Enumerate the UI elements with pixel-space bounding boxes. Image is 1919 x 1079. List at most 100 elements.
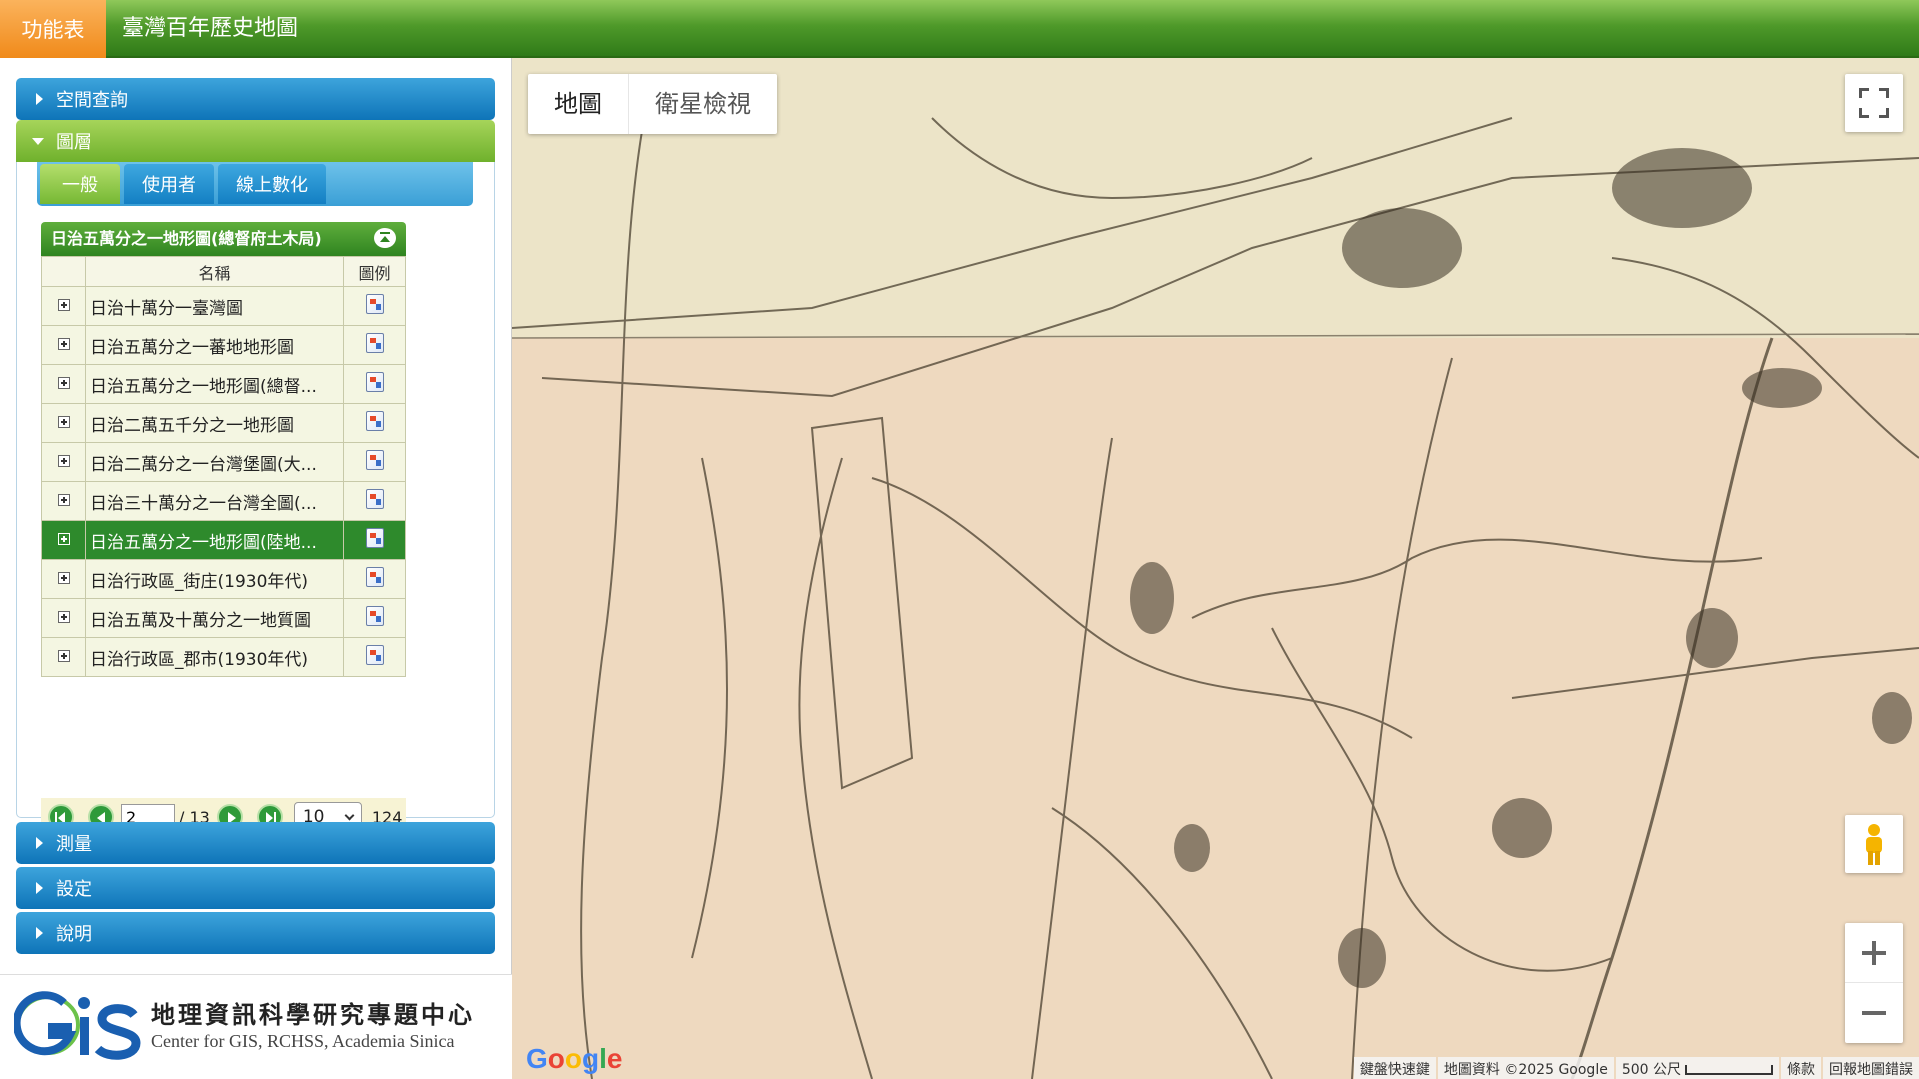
menu-button[interactable]: 功能表	[0, 0, 106, 58]
expand-plus-icon[interactable]	[57, 572, 70, 584]
legend-icon[interactable]	[365, 449, 384, 470]
layer-name[interactable]: 日治三十萬分之一台灣全圖(...	[85, 481, 344, 521]
accordion-measure[interactable]: 測量	[16, 822, 495, 864]
legend-cell	[343, 442, 406, 482]
caret-down-icon	[32, 138, 44, 145]
layer-name[interactable]: 日治二萬五千分之一地形圖	[85, 403, 344, 443]
expand-plus-icon[interactable]	[57, 494, 70, 506]
layer-row[interactable]: 日治行政區_街庄(1930年代)	[41, 559, 406, 599]
scale-indicator[interactable]: 500 公尺	[1615, 1057, 1779, 1079]
expand-cell	[41, 637, 86, 677]
table-header-row: 名稱 圖例	[41, 256, 406, 287]
legend-icon[interactable]	[365, 527, 384, 548]
layer-group-title: 日治五萬分之一地形圖(總督府土木局)	[51, 229, 322, 248]
report-map-error-link[interactable]: 回報地圖錯誤	[1823, 1057, 1919, 1079]
expand-plus-icon[interactable]	[57, 416, 70, 428]
layers-table: 名稱 圖例 日治十萬分一臺灣圖 日治五萬分之一蕃地地形圖 日治五萬分之一地形圖(總督…	[41, 256, 406, 677]
column-header-name: 名稱	[85, 256, 344, 287]
legend-cell	[343, 364, 406, 404]
layer-name[interactable]: 日治十萬分一臺灣圖	[85, 286, 344, 326]
legend-cell	[343, 520, 406, 560]
scale-label: 500 公尺	[1621, 1062, 1681, 1078]
caret-right-icon	[36, 93, 43, 105]
map-type-satellite-button[interactable]: 衛星檢視	[628, 74, 777, 134]
legend-icon[interactable]	[365, 566, 384, 587]
legend-icon[interactable]	[365, 644, 384, 665]
layer-row[interactable]: 日治十萬分一臺灣圖	[41, 286, 406, 326]
layer-row[interactable]: 日治二萬五千分之一地形圖	[41, 403, 406, 443]
legend-icon[interactable]	[365, 605, 384, 626]
top-bar: 功能表 臺灣百年歷史地圖	[0, 0, 1919, 58]
expand-plus-icon[interactable]	[57, 338, 70, 350]
legend-icon[interactable]	[365, 488, 384, 509]
map-type-control: 地圖 衛星檢視	[528, 74, 777, 134]
legend-icon[interactable]	[365, 371, 384, 392]
layer-row[interactable]: 日治五萬分之一地形圖(陸地...	[41, 520, 406, 560]
layer-row[interactable]: 日治三十萬分之一台灣全圖(...	[41, 481, 406, 521]
layer-row[interactable]: 日治二萬分之一台灣堡圖(大...	[41, 442, 406, 482]
layer-row[interactable]: 日治五萬分之一地形圖(總督...	[41, 364, 406, 404]
terms-link[interactable]: 條款	[1781, 1057, 1821, 1079]
zoom-out-icon[interactable]	[1845, 983, 1903, 1043]
expand-plus-icon[interactable]	[57, 299, 70, 311]
column-header-legend: 圖例	[343, 256, 406, 287]
expand-cell	[41, 520, 86, 560]
layer-row[interactable]: 日治行政區_郡市(1930年代)	[41, 637, 406, 677]
accordion-label: 空間查詢	[56, 90, 128, 111]
street-view-pegman-icon[interactable]	[1845, 815, 1903, 873]
accordion-help[interactable]: 說明	[16, 912, 495, 954]
accordion-label: 設定	[56, 879, 92, 900]
logo-title-chinese: 地理資訊科學研究專題中心	[151, 1000, 475, 1029]
legend-cell	[343, 481, 406, 521]
map-type-map-button[interactable]: 地圖	[528, 74, 628, 134]
legend-icon[interactable]	[365, 293, 384, 314]
chevron-down-icon	[344, 810, 355, 820]
caret-right-icon	[36, 927, 43, 939]
expand-cell	[41, 598, 86, 638]
legend-cell	[343, 559, 406, 599]
expand-plus-icon[interactable]	[57, 611, 70, 623]
layer-name[interactable]: 日治五萬及十萬分之一地質圖	[85, 598, 344, 638]
expand-cell	[41, 481, 86, 521]
gis-logo-icon	[14, 991, 141, 1060]
legend-cell	[343, 637, 406, 677]
layer-row[interactable]: 日治五萬及十萬分之一地質圖	[41, 598, 406, 638]
layer-group-header: 日治五萬分之一地形圖(總督府土木局)	[41, 222, 406, 256]
expand-plus-icon[interactable]	[57, 533, 70, 545]
layer-name[interactable]: 日治行政區_街庄(1930年代)	[85, 559, 344, 599]
expand-cell	[41, 364, 86, 404]
accordion-layers[interactable]: 圖層	[16, 120, 495, 162]
column-header-expand	[41, 256, 86, 287]
expand-plus-icon[interactable]	[57, 455, 70, 467]
layer-name[interactable]: 日治行政區_郡市(1930年代)	[85, 637, 344, 677]
layer-name[interactable]: 日治五萬分之一地形圖(總督...	[85, 364, 344, 404]
legend-cell	[343, 598, 406, 638]
expand-plus-icon[interactable]	[57, 650, 70, 662]
layer-name[interactable]: 日治五萬分之一地形圖(陸地...	[85, 520, 344, 560]
logo-title-english: Center for GIS, RCHSS, Academia Sinica	[151, 1031, 455, 1051]
collapse-up-icon[interactable]	[374, 228, 396, 248]
accordion-spatial-query[interactable]: 空間查詢	[16, 78, 495, 120]
zoom-control	[1845, 923, 1903, 1043]
keyboard-shortcuts-link[interactable]: 鍵盤快速鍵	[1353, 1057, 1436, 1079]
layer-name[interactable]: 日治五萬分之一蕃地地形圖	[85, 325, 344, 365]
tab-online-digitize[interactable]: 線上數化	[218, 164, 326, 204]
tab-user[interactable]: 使用者	[124, 164, 214, 204]
accordion-settings[interactable]: 設定	[16, 867, 495, 909]
expand-cell	[41, 403, 86, 443]
institution-logo-area: 地理資訊科學研究專題中心 Center for GIS, RCHSS, Acad…	[0, 974, 512, 1079]
map-attribution: 地圖資料 ©2025 Google	[1437, 1057, 1614, 1079]
tab-general[interactable]: 一般	[40, 164, 120, 204]
legend-icon[interactable]	[365, 332, 384, 353]
app-title: 臺灣百年歷史地圖	[122, 16, 299, 41]
accordion-label: 測量	[56, 834, 92, 855]
expand-cell	[41, 559, 86, 599]
legend-icon[interactable]	[365, 410, 384, 431]
map-canvas[interactable]: 地圖 衛星檢視 Google 鍵盤快速鍵 地圖資料 ©2025 Google 5…	[512, 58, 1919, 1079]
expand-plus-icon[interactable]	[57, 377, 70, 389]
layer-name[interactable]: 日治二萬分之一台灣堡圖(大...	[85, 442, 344, 482]
layer-row[interactable]: 日治五萬分之一蕃地地形圖	[41, 325, 406, 365]
fullscreen-icon[interactable]	[1845, 74, 1903, 132]
expand-cell	[41, 286, 86, 326]
zoom-in-icon[interactable]	[1845, 923, 1903, 983]
